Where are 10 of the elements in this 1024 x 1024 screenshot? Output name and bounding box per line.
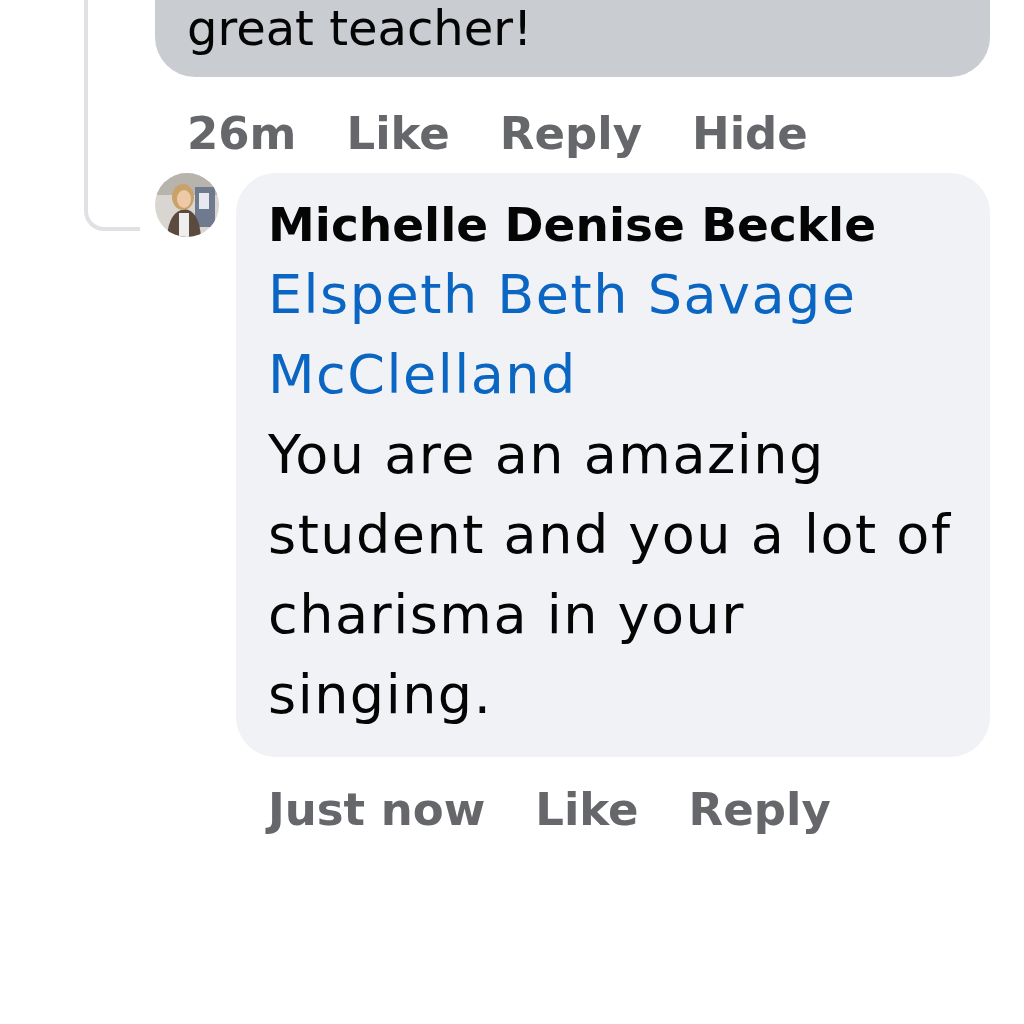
action-link[interactable]: Like <box>346 107 450 161</box>
comment-text: Elspeth Beth Savage McClelland You are an amazing student and you a lot of charisma in your singing. <box>268 255 960 735</box>
action-link[interactable]: Reply <box>499 107 642 161</box>
action-link[interactable]: Reply <box>688 783 831 837</box>
author-name[interactable]: Michelle Denise Beckle <box>268 195 960 255</box>
action-link[interactable]: Hide <box>692 107 808 161</box>
mention-link[interactable]: Elspeth Beth Savage McClelland <box>268 255 960 415</box>
action-link[interactable]: Like <box>535 783 639 837</box>
comment-text: great teacher! <box>187 0 534 56</box>
timestamp-link[interactable]: 26m <box>187 107 297 161</box>
